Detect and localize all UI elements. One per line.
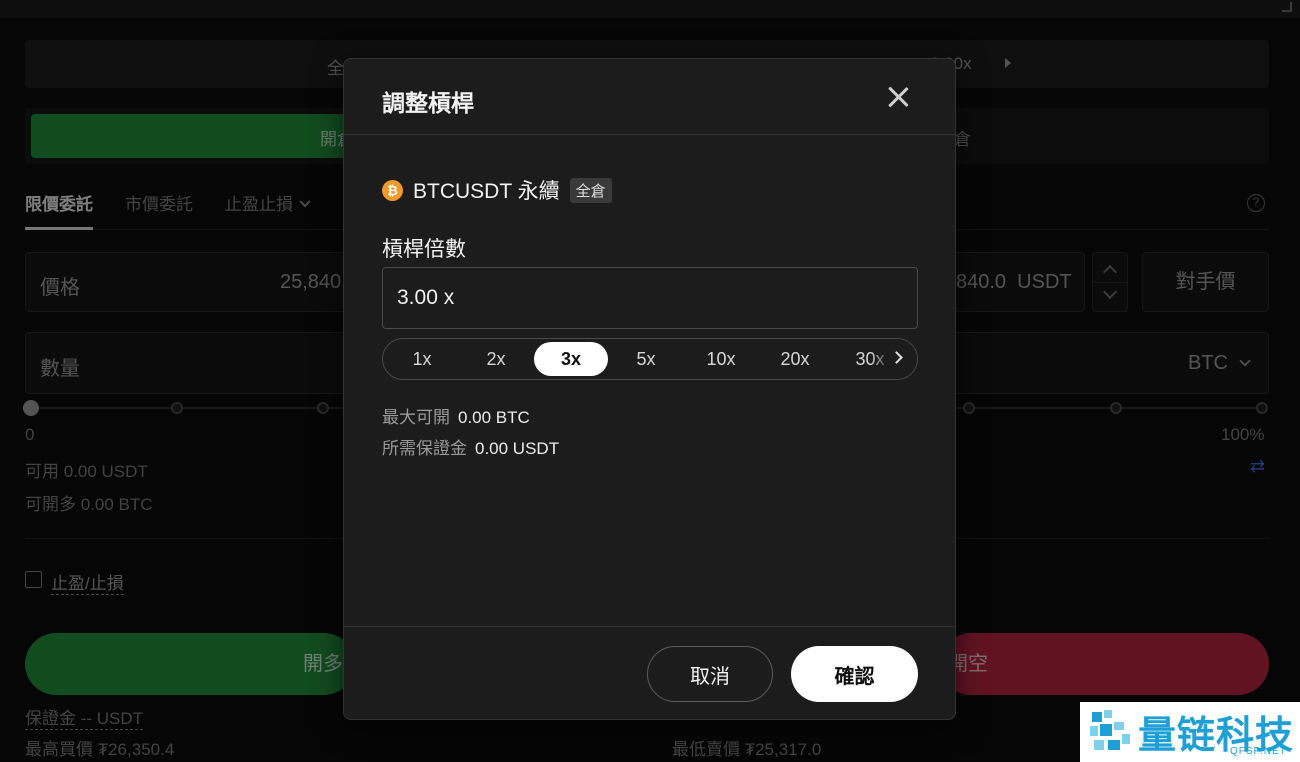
- contract-info: ₿ BTCUSDT 永續 全倉: [382, 177, 612, 203]
- preset-5x[interactable]: 5x: [609, 342, 683, 376]
- preset-1x[interactable]: 1x: [385, 342, 459, 376]
- leverage-input[interactable]: [382, 267, 918, 329]
- margin-mode-badge: 全倉: [569, 177, 612, 203]
- preset-20x[interactable]: 20x: [758, 342, 832, 376]
- watermark: 量链科技 QFSP.NET: [1080, 702, 1300, 762]
- max-open-value: 0.00 BTC: [458, 408, 530, 427]
- close-icon[interactable]: [884, 83, 912, 111]
- dialog-footer-divider: [344, 626, 955, 627]
- confirm-button[interactable]: 確認: [791, 646, 918, 702]
- dialog-title: 調整槓桿: [382, 90, 474, 116]
- required-margin-row: 所需保證金 0.00 USDT: [382, 434, 559, 459]
- contract-symbol: BTCUSDT 永續: [413, 180, 560, 203]
- preset-2x[interactable]: 2x: [459, 342, 533, 376]
- watermark-sub: QFSP.NET: [1230, 746, 1287, 757]
- required-margin-value: 0.00 USDT: [475, 439, 560, 458]
- dialog-header: 調整槓桿: [344, 59, 955, 135]
- required-margin-label: 所需保證金: [382, 439, 467, 458]
- bitcoin-icon: ₿: [382, 179, 403, 201]
- leverage-label: 槓桿倍數: [382, 238, 466, 261]
- cancel-button[interactable]: 取消: [647, 646, 773, 702]
- watermark-logo-icon: [1090, 710, 1130, 750]
- max-open-row: 最大可開 0.00 BTC: [382, 403, 530, 428]
- preset-10x[interactable]: 10x: [684, 342, 758, 376]
- max-open-label: 最大可開: [382, 408, 450, 427]
- leverage-presets: 1x 2x 3x 5x 10x 20x 30x: [382, 338, 918, 380]
- adjust-leverage-dialog: 調整槓桿 ₿ BTCUSDT 永續 全倉 槓桿倍數 1x 2x 3x 5x 10…: [343, 58, 956, 720]
- preset-3x[interactable]: 3x: [534, 342, 608, 376]
